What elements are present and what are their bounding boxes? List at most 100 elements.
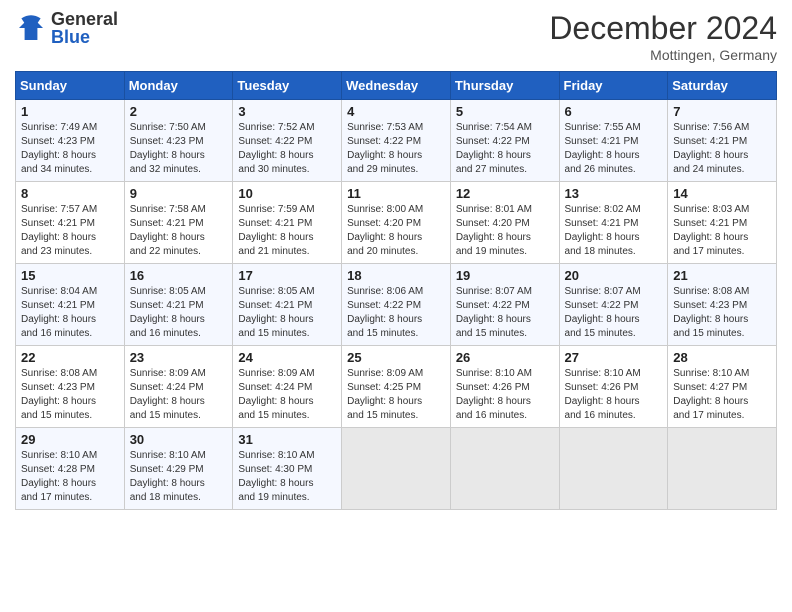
day-number: 24	[238, 350, 336, 365]
calendar-cell: 4Sunrise: 7:53 AM Sunset: 4:22 PM Daylig…	[342, 100, 451, 182]
day-number: 31	[238, 432, 336, 447]
calendar-cell: 18Sunrise: 8:06 AM Sunset: 4:22 PM Dayli…	[342, 264, 451, 346]
day-number: 16	[130, 268, 228, 283]
location: Mottingen, Germany	[549, 47, 777, 63]
calendar-table: SundayMondayTuesdayWednesdayThursdayFrid…	[15, 71, 777, 510]
day-number: 23	[130, 350, 228, 365]
page-header: General Blue December 2024 Mottingen, Ge…	[15, 10, 777, 63]
calendar-cell: 8 Sunrise: 7:57 AM Sunset: 4:21 PM Daylig…	[16, 182, 125, 264]
day-number: 22	[21, 350, 119, 365]
logo-text: General Blue	[51, 10, 118, 46]
column-header-sunday: Sunday	[16, 72, 125, 100]
day-info: Sunrise: 8:10 AM Sunset: 4:28 PM Dayligh…	[21, 449, 119, 505]
day-info: Sunrise: 7:57 AM Sunset: 4:21 PM Dayligh…	[21, 203, 119, 259]
calendar-cell: 28 Sunrise: 8:10 AM Sunset: 4:27 PM Dayli…	[668, 346, 777, 428]
calendar-cell: 1 Sunrise: 7:49 AM Sunset: 4:23 PM Daylig…	[16, 100, 125, 182]
day-info: Sunrise: 8:09 AM Sunset: 4:25 PM Dayligh…	[347, 367, 445, 423]
day-info: Sunrise: 8:02 AM Sunset: 4:21 PM Dayligh…	[565, 203, 663, 259]
day-info: Sunrise: 8:10 AM Sunset: 4:26 PM Dayligh…	[456, 367, 554, 423]
day-info: Sunrise: 8:07 AM Sunset: 4:22 PM Dayligh…	[565, 285, 663, 341]
week-row-4: 22Sunrise: 8:08 AM Sunset: 4:23 PM Dayli…	[16, 346, 777, 428]
day-number: 27	[565, 350, 663, 365]
day-info: Sunrise: 8:08 AM Sunset: 4:23 PM Dayligh…	[673, 285, 771, 341]
day-info: Sunrise: 7:56 AM Sunset: 4:21 PM Dayligh…	[673, 121, 771, 177]
week-row-3: 15 Sunrise: 8:04 AM Sunset: 4:21 PM Dayli…	[16, 264, 777, 346]
day-number: 13	[565, 186, 663, 201]
calendar-cell: 24 Sunrise: 8:09 AM Sunset: 4:24 PM Dayli…	[233, 346, 342, 428]
calendar-cell: 6 Sunrise: 7:55 AM Sunset: 4:21 PM Daylig…	[559, 100, 668, 182]
calendar-cell	[559, 428, 668, 510]
calendar-cell: 11 Sunrise: 8:00 AM Sunset: 4:20 PM Dayli…	[342, 182, 451, 264]
day-info: Sunrise: 8:01 AM Sunset: 4:20 PM Dayligh…	[456, 203, 554, 259]
calendar-cell: 9 Sunrise: 7:58 AM Sunset: 4:21 PM Daylig…	[124, 182, 233, 264]
calendar-cell	[450, 428, 559, 510]
day-number: 5	[456, 104, 554, 119]
column-header-friday: Friday	[559, 72, 668, 100]
day-info: Sunrise: 7:58 AM Sunset: 4:21 PM Dayligh…	[130, 203, 228, 259]
calendar-cell: 15 Sunrise: 8:04 AM Sunset: 4:21 PM Dayli…	[16, 264, 125, 346]
calendar-cell: 26Sunrise: 8:10 AM Sunset: 4:26 PM Dayli…	[450, 346, 559, 428]
calendar-cell: 20 Sunrise: 8:07 AM Sunset: 4:22 PM Dayli…	[559, 264, 668, 346]
calendar-cell: 13 Sunrise: 8:02 AM Sunset: 4:21 PM Dayli…	[559, 182, 668, 264]
day-number: 15	[21, 268, 119, 283]
calendar-cell	[342, 428, 451, 510]
day-number: 6	[565, 104, 663, 119]
day-number: 8	[21, 186, 119, 201]
day-number: 14	[673, 186, 771, 201]
calendar-cell: 30Sunrise: 8:10 AM Sunset: 4:29 PM Dayli…	[124, 428, 233, 510]
calendar-cell: 10Sunrise: 7:59 AM Sunset: 4:21 PM Dayli…	[233, 182, 342, 264]
day-info: Sunrise: 7:50 AM Sunset: 4:23 PM Dayligh…	[130, 121, 228, 177]
calendar-cell: 29 Sunrise: 8:10 AM Sunset: 4:28 PM Dayli…	[16, 428, 125, 510]
day-number: 21	[673, 268, 771, 283]
day-info: Sunrise: 8:04 AM Sunset: 4:21 PM Dayligh…	[21, 285, 119, 341]
calendar-cell: 14 Sunrise: 8:03 AM Sunset: 4:21 PM Dayli…	[668, 182, 777, 264]
column-header-saturday: Saturday	[668, 72, 777, 100]
day-number: 19	[456, 268, 554, 283]
column-header-monday: Monday	[124, 72, 233, 100]
day-info: Sunrise: 8:03 AM Sunset: 4:21 PM Dayligh…	[673, 203, 771, 259]
calendar-cell: 17Sunrise: 8:05 AM Sunset: 4:21 PM Dayli…	[233, 264, 342, 346]
day-number: 20	[565, 268, 663, 283]
column-header-thursday: Thursday	[450, 72, 559, 100]
calendar-cell: 16 Sunrise: 8:05 AM Sunset: 4:21 PM Dayli…	[124, 264, 233, 346]
day-info: Sunrise: 7:54 AM Sunset: 4:22 PM Dayligh…	[456, 121, 554, 177]
calendar-cell: 21 Sunrise: 8:08 AM Sunset: 4:23 PM Dayli…	[668, 264, 777, 346]
calendar-cell	[668, 428, 777, 510]
calendar-cell: 2 Sunrise: 7:50 AM Sunset: 4:23 PM Daylig…	[124, 100, 233, 182]
day-info: Sunrise: 8:00 AM Sunset: 4:20 PM Dayligh…	[347, 203, 445, 259]
day-info: Sunrise: 8:06 AM Sunset: 4:22 PM Dayligh…	[347, 285, 445, 341]
day-number: 1	[21, 104, 119, 119]
column-header-tuesday: Tuesday	[233, 72, 342, 100]
month-title: December 2024	[549, 10, 777, 47]
calendar-cell: 31 Sunrise: 8:10 AM Sunset: 4:30 PM Dayli…	[233, 428, 342, 510]
calendar-cell: 3Sunrise: 7:52 AM Sunset: 4:22 PM Daylig…	[233, 100, 342, 182]
day-info: Sunrise: 8:05 AM Sunset: 4:21 PM Dayligh…	[130, 285, 228, 341]
title-block: December 2024 Mottingen, Germany	[549, 10, 777, 63]
day-info: Sunrise: 8:10 AM Sunset: 4:30 PM Dayligh…	[238, 449, 336, 505]
day-number: 7	[673, 104, 771, 119]
day-number: 29	[21, 432, 119, 447]
day-info: Sunrise: 8:10 AM Sunset: 4:27 PM Dayligh…	[673, 367, 771, 423]
day-number: 3	[238, 104, 336, 119]
day-info: Sunrise: 7:55 AM Sunset: 4:21 PM Dayligh…	[565, 121, 663, 177]
calendar-cell: 23 Sunrise: 8:09 AM Sunset: 4:24 PM Dayli…	[124, 346, 233, 428]
week-row-2: 8 Sunrise: 7:57 AM Sunset: 4:21 PM Daylig…	[16, 182, 777, 264]
calendar-body: 1 Sunrise: 7:49 AM Sunset: 4:23 PM Daylig…	[16, 100, 777, 510]
calendar-cell: 22Sunrise: 8:08 AM Sunset: 4:23 PM Dayli…	[16, 346, 125, 428]
day-number: 17	[238, 268, 336, 283]
day-info: Sunrise: 8:09 AM Sunset: 4:24 PM Dayligh…	[238, 367, 336, 423]
calendar-cell: 12Sunrise: 8:01 AM Sunset: 4:20 PM Dayli…	[450, 182, 559, 264]
week-row-1: 1 Sunrise: 7:49 AM Sunset: 4:23 PM Daylig…	[16, 100, 777, 182]
day-info: Sunrise: 7:49 AM Sunset: 4:23 PM Dayligh…	[21, 121, 119, 177]
day-number: 2	[130, 104, 228, 119]
day-info: Sunrise: 7:53 AM Sunset: 4:22 PM Dayligh…	[347, 121, 445, 177]
day-info: Sunrise: 8:07 AM Sunset: 4:22 PM Dayligh…	[456, 285, 554, 341]
logo-icon	[15, 12, 47, 44]
day-number: 9	[130, 186, 228, 201]
calendar-cell: 19 Sunrise: 8:07 AM Sunset: 4:22 PM Dayli…	[450, 264, 559, 346]
week-row-5: 29 Sunrise: 8:10 AM Sunset: 4:28 PM Dayli…	[16, 428, 777, 510]
calendar-cell: 27Sunrise: 8:10 AM Sunset: 4:26 PM Dayli…	[559, 346, 668, 428]
day-info: Sunrise: 8:09 AM Sunset: 4:24 PM Dayligh…	[130, 367, 228, 423]
day-number: 28	[673, 350, 771, 365]
day-number: 11	[347, 186, 445, 201]
